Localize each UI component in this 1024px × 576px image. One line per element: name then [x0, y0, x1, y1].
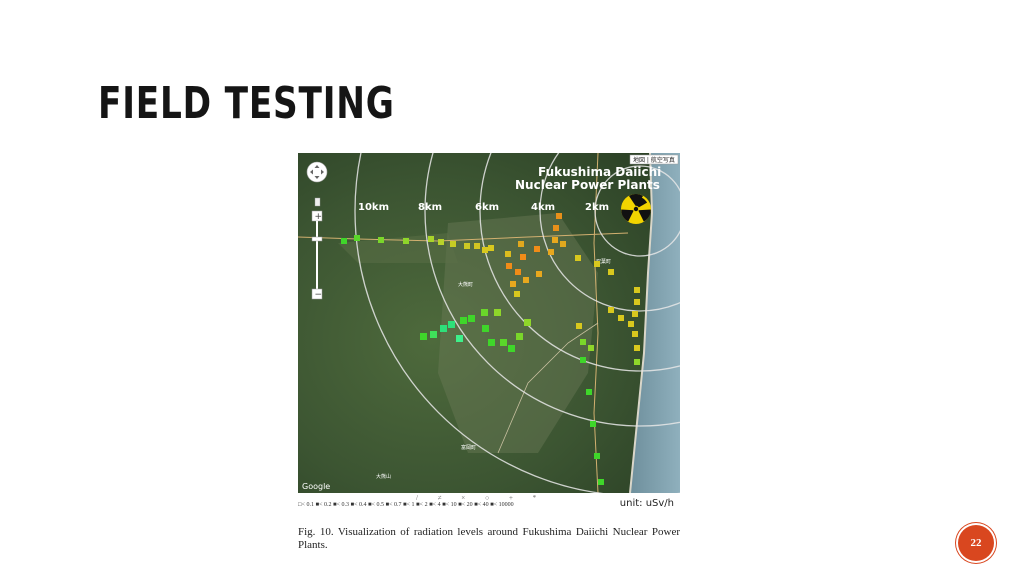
measurement-marker[interactable]: [618, 315, 624, 321]
measurement-marker[interactable]: [523, 277, 529, 283]
measurement-marker[interactable]: [438, 239, 444, 245]
measurement-marker[interactable]: [634, 299, 640, 305]
measurement-marker[interactable]: [632, 331, 638, 337]
measurement-marker[interactable]: [516, 333, 523, 340]
zoom-track[interactable]: [316, 221, 318, 289]
measurement-marker[interactable]: [628, 321, 634, 327]
zoom-in-glyph: +: [315, 212, 323, 222]
street-view-pegman-icon[interactable]: [314, 197, 321, 207]
measurement-marker[interactable]: [474, 243, 480, 249]
figure-caption: Fig. 10. Visualization of radiation leve…: [298, 526, 680, 551]
slide-title: FIELD TESTING: [98, 78, 395, 129]
measurement-marker[interactable]: [590, 421, 596, 427]
measurement-marker[interactable]: [505, 251, 511, 257]
measurement-marker[interactable]: [500, 339, 507, 346]
map-title-line2: Nuclear Power Plants: [515, 178, 660, 192]
map-attribution: Google: [302, 482, 330, 491]
measurement-marker[interactable]: [440, 325, 447, 332]
measurement-marker[interactable]: [536, 271, 542, 277]
measurement-marker[interactable]: [548, 249, 554, 255]
measurement-marker[interactable]: [580, 339, 586, 345]
measurement-marker[interactable]: [403, 238, 409, 244]
measurement-marker[interactable]: [634, 359, 640, 365]
ring-label-4km: 4km: [531, 202, 555, 213]
measurement-marker[interactable]: [575, 255, 581, 261]
legend-symbols: / ≠ × ○ + *: [416, 494, 546, 502]
measurement-marker[interactable]: [598, 479, 604, 485]
ring-label-10km: 10km: [358, 202, 389, 213]
measurement-marker[interactable]: [378, 237, 384, 243]
measurement-marker[interactable]: [560, 241, 566, 247]
pan-control-icon[interactable]: [306, 161, 328, 183]
measurement-marker[interactable]: [488, 245, 494, 251]
measurement-marker[interactable]: [514, 291, 520, 297]
measurement-marker[interactable]: [494, 309, 501, 316]
measurement-marker[interactable]: [428, 236, 434, 242]
measurement-marker[interactable]: [524, 319, 531, 326]
measurement-marker[interactable]: [588, 345, 594, 351]
measurement-marker[interactable]: [354, 235, 360, 241]
map-type-label[interactable]: 地図 | 航空写真: [633, 156, 675, 164]
page-number: 22: [970, 537, 982, 549]
measurement-marker[interactable]: [594, 453, 600, 459]
legend-color-scale: □< 0.1 ■< 0.2 ■< 0.3 ■< 0.4 ■< 0.5 ■< 0.…: [298, 502, 514, 508]
radiation-map-figure: 10km 8km 6km 4km 2km Fukushima Daiichi N…: [298, 153, 680, 493]
measurement-marker[interactable]: [508, 345, 515, 352]
measurement-marker[interactable]: [594, 261, 600, 267]
measurement-marker[interactable]: [460, 317, 467, 324]
zoom-thumb[interactable]: [311, 236, 323, 242]
measurement-marker[interactable]: [341, 238, 347, 244]
measurement-marker[interactable]: [482, 247, 488, 253]
radiation-legend: / ≠ × ○ + * □< 0.1 ■< 0.2 ■< 0.3 ■< 0.4 …: [298, 494, 680, 514]
measurement-marker[interactable]: [608, 307, 614, 313]
measurement-marker[interactable]: [556, 213, 562, 219]
measurement-marker[interactable]: [634, 345, 640, 351]
measurement-marker[interactable]: [420, 333, 427, 340]
measurement-marker[interactable]: [481, 309, 488, 316]
measurement-marker[interactable]: [510, 281, 516, 287]
map-title-line1: Fukushima Daiichi: [538, 165, 661, 179]
measurement-marker[interactable]: [520, 254, 526, 260]
ring-label-2km: 2km: [585, 202, 609, 213]
page-number-badge: 22: [958, 525, 994, 561]
measurement-marker[interactable]: [608, 269, 614, 275]
measurement-marker[interactable]: [552, 237, 558, 243]
measurement-marker[interactable]: [488, 339, 495, 346]
measurement-marker[interactable]: [534, 246, 540, 252]
place-label: 大熊山: [376, 473, 391, 480]
measurement-marker[interactable]: [464, 243, 470, 249]
place-label: 富岡町: [461, 444, 476, 451]
measurement-marker[interactable]: [576, 323, 582, 329]
measurement-marker[interactable]: [468, 315, 475, 322]
measurement-marker[interactable]: [580, 357, 586, 363]
measurement-marker[interactable]: [553, 225, 559, 231]
legend-unit: unit: uSv/h: [619, 498, 674, 509]
measurement-marker[interactable]: [456, 335, 463, 342]
measurement-marker[interactable]: [430, 331, 437, 338]
measurement-marker[interactable]: [450, 241, 456, 247]
measurement-marker[interactable]: [506, 263, 512, 269]
measurement-marker[interactable]: [634, 287, 640, 293]
ring-label-8km: 8km: [418, 202, 442, 213]
measurement-marker[interactable]: [515, 269, 521, 275]
ring-label-6km: 6km: [475, 202, 499, 213]
map-type-buttons[interactable]: 地図 | 航空写真: [629, 154, 679, 165]
place-label: 大熊町: [458, 281, 473, 288]
zoom-out-glyph: −: [315, 290, 323, 300]
measurement-marker[interactable]: [448, 321, 455, 328]
measurement-marker[interactable]: [518, 241, 524, 247]
measurement-marker[interactable]: [586, 389, 592, 395]
measurement-marker[interactable]: [482, 325, 489, 332]
measurement-marker[interactable]: [632, 311, 638, 317]
